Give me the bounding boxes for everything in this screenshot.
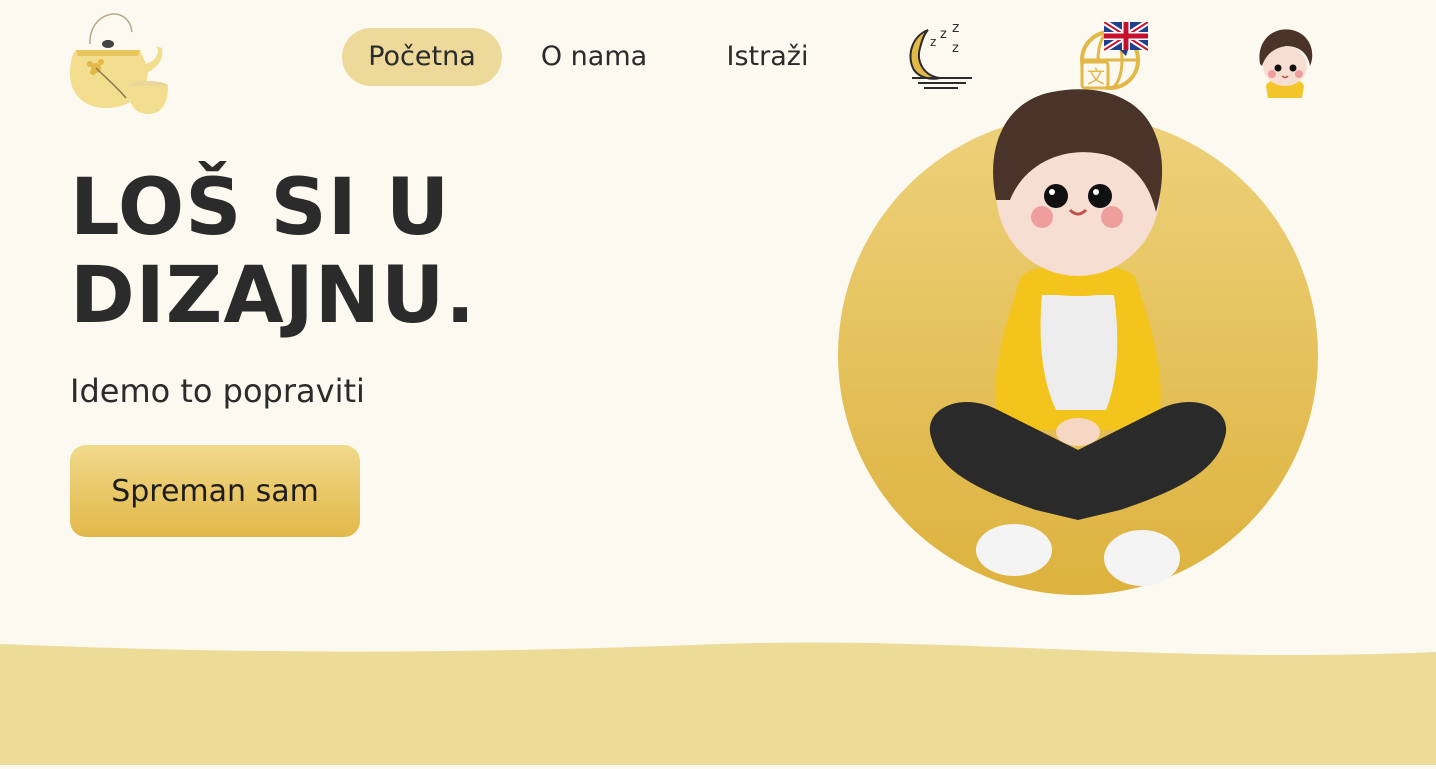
hero-title: LOŠ SI U DIZAJNU. <box>70 164 690 340</box>
svg-text:z: z <box>940 27 947 42</box>
svg-text:z: z <box>952 41 959 56</box>
ready-button[interactable]: Spreman sam <box>70 445 360 537</box>
teapot-logo-icon[interactable] <box>66 2 174 118</box>
bottom-wave <box>0 630 1436 765</box>
hero-title-line1: LOŠ SI U <box>70 163 451 253</box>
svg-text:z: z <box>930 35 936 49</box>
svg-text:z: z <box>952 20 959 36</box>
hero-subtitle: Idemo to popraviti <box>70 372 365 410</box>
nav-item-o-nama[interactable]: O nama <box>524 28 664 86</box>
sitting-character-illustration <box>820 80 1340 610</box>
nav-item-pocetna[interactable]: Početna <box>342 28 502 86</box>
hero-title-line2: DIZAJNU. <box>70 251 476 341</box>
uk-flag-icon <box>1102 19 1150 60</box>
nav-item-istrazi[interactable]: Istraži <box>705 28 830 86</box>
